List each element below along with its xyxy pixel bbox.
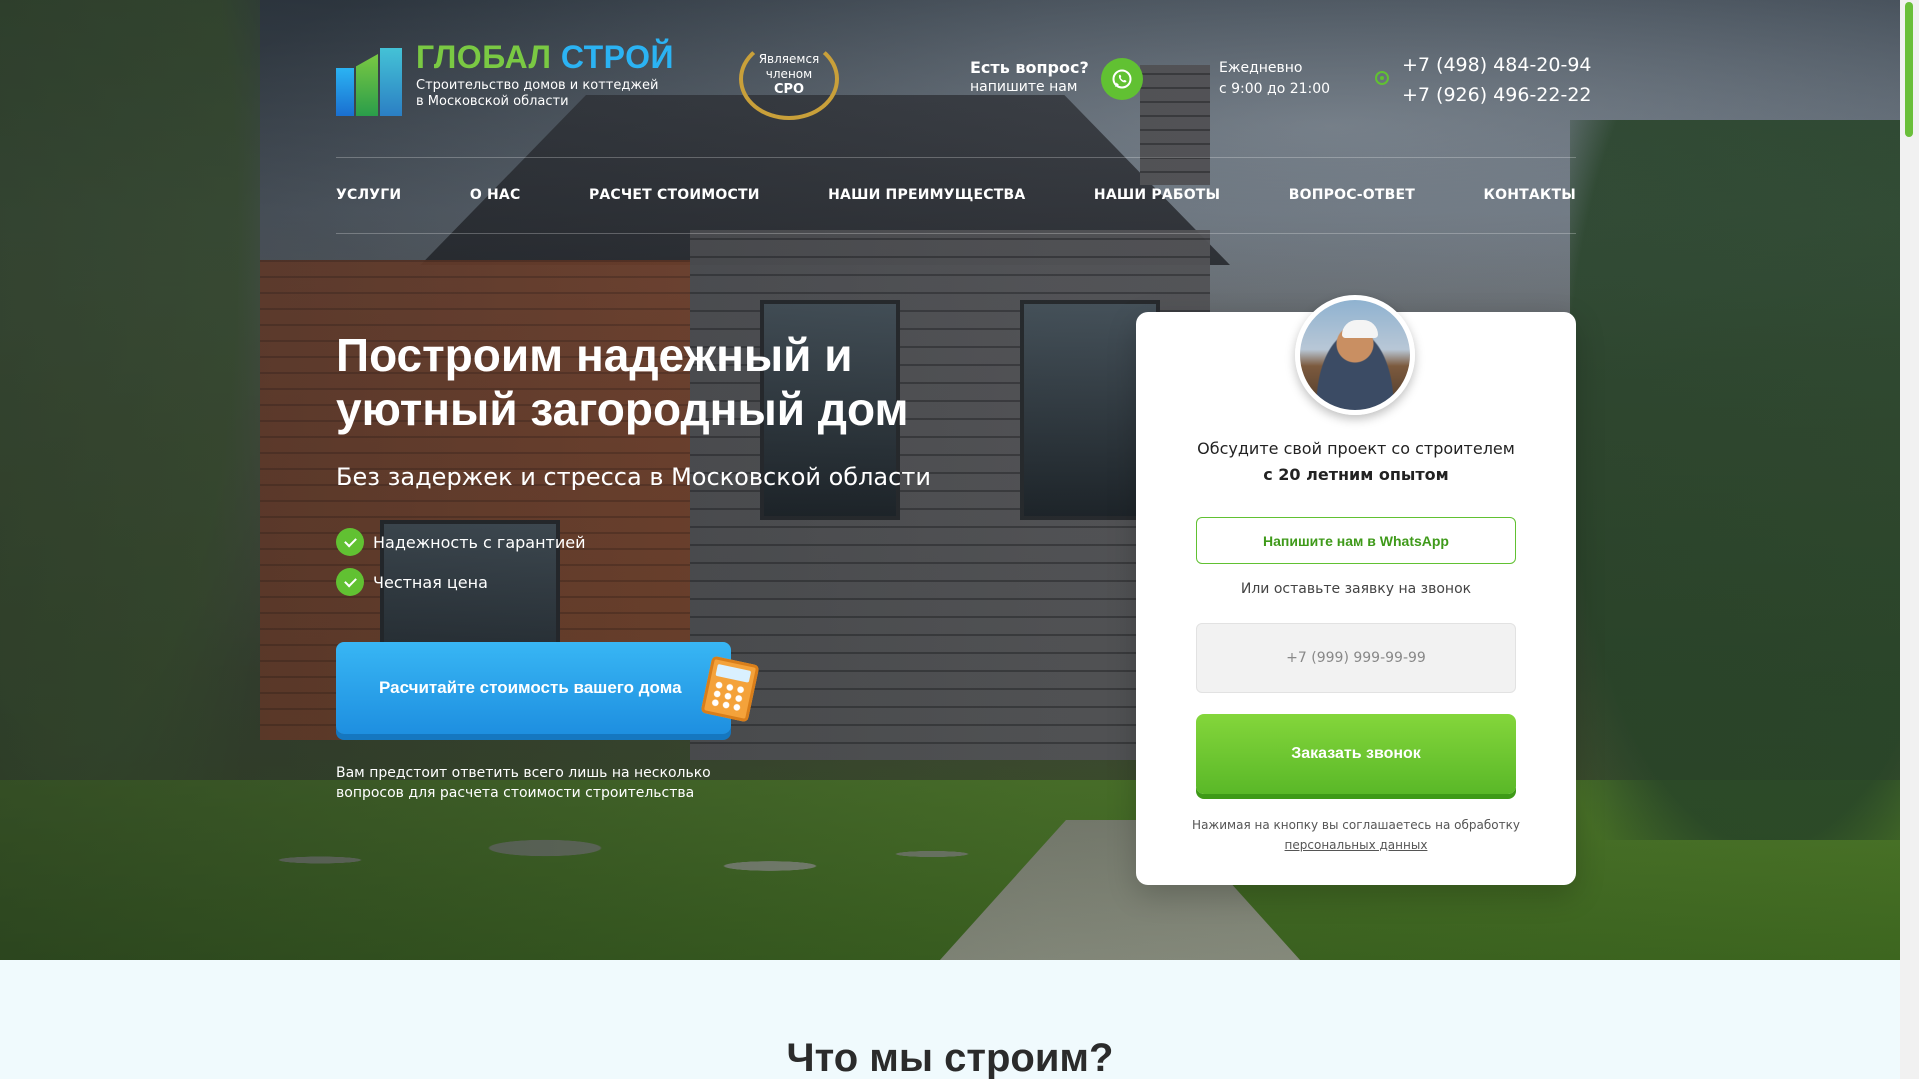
logo-title: ГЛОБАЛ СТРОЙ: [416, 39, 674, 75]
nav-item-works[interactable]: НАШИ РАБОТЫ: [1094, 187, 1220, 203]
calculate-cost-button[interactable]: Расчитайте стоимость вашего дома: [336, 642, 731, 734]
builder-avatar: [1295, 295, 1415, 415]
nav-item-faq[interactable]: ВОПРОС-ОТВЕТ: [1289, 187, 1415, 203]
hero-title: Построим надежный и уютный загородный до…: [336, 329, 909, 435]
working-hours: Ежедневно с 9:00 до 21:00: [1219, 60, 1331, 97]
logo-subtitle: Строительство домов и коттеджей в Москов…: [416, 78, 659, 109]
form-intro-emphasis: с 20 летним опытом: [1263, 465, 1449, 484]
section-title: Что мы строим?: [786, 1036, 1114, 1079]
phone-numbers: +7 (498) 484-20-94 +7 (926) 496-22-22: [1402, 50, 1592, 110]
phone-link-1[interactable]: +7 (498) 484-20-94: [1402, 50, 1592, 80]
nav-item-advantages[interactable]: НАШИ ПРЕИМУЩЕСТВА: [828, 187, 1025, 203]
page-scrollbar[interactable]: [1900, 0, 1919, 1079]
scrollbar-thumb[interactable]: [1905, 2, 1913, 137]
nav-item-services[interactable]: УСЛУГИ: [336, 187, 401, 203]
consent-text: Нажимая на кнопку вы соглашаетесь на обр…: [1136, 815, 1576, 855]
nav-item-contacts[interactable]: КОНТАКТЫ: [1483, 187, 1576, 203]
calc-note: Вам предстоит ответить всего лишь на нес…: [336, 765, 711, 801]
form-intro: Обсудите свой проект со строителем: [1197, 439, 1515, 458]
feature-item: Честная цена: [336, 568, 586, 596]
nav-item-about[interactable]: О НАС: [470, 187, 521, 203]
checkmark-icon: [336, 568, 364, 596]
hero-background: [0, 0, 1900, 960]
nav-divider-bottom: [336, 233, 1576, 234]
hero-subtitle: Без задержек и стресса в Московской обла…: [336, 463, 931, 491]
sro-member-badge: Являемся членом СРО: [735, 38, 843, 120]
feature-item: Надежность с гарантией: [336, 528, 586, 556]
whatsapp-icon[interactable]: [1101, 58, 1143, 100]
checkmark-icon: [336, 528, 364, 556]
logo-buildings-icon: [336, 40, 404, 116]
whatsapp-button[interactable]: Напишите нам в WhatsApp: [1196, 517, 1516, 564]
nav-divider-top: [336, 157, 1576, 158]
online-status-icon: [1375, 71, 1389, 85]
phone-link-2[interactable]: +7 (926) 496-22-22: [1402, 80, 1592, 110]
contact-prompt: Есть вопрос? напишите нам: [970, 58, 1089, 95]
nav-item-cost[interactable]: РАСЧЕТ СТОИМОСТИ: [589, 187, 760, 203]
order-call-button[interactable]: Заказать звонок: [1196, 714, 1516, 794]
site-logo[interactable]: ГЛОБАЛ СТРОЙ Строительство домов и котте…: [336, 40, 674, 116]
feature-list: Надежность с гарантией Честная цена: [336, 528, 586, 608]
phone-input[interactable]: [1196, 623, 1516, 693]
or-callback-text: Или оставьте заявку на звонок: [1240, 581, 1472, 597]
main-nav: УСЛУГИ О НАС РАСЧЕТ СТОИМОСТИ НАШИ ПРЕИМ…: [336, 187, 1576, 203]
privacy-policy-link[interactable]: персональных данных: [1136, 835, 1576, 855]
